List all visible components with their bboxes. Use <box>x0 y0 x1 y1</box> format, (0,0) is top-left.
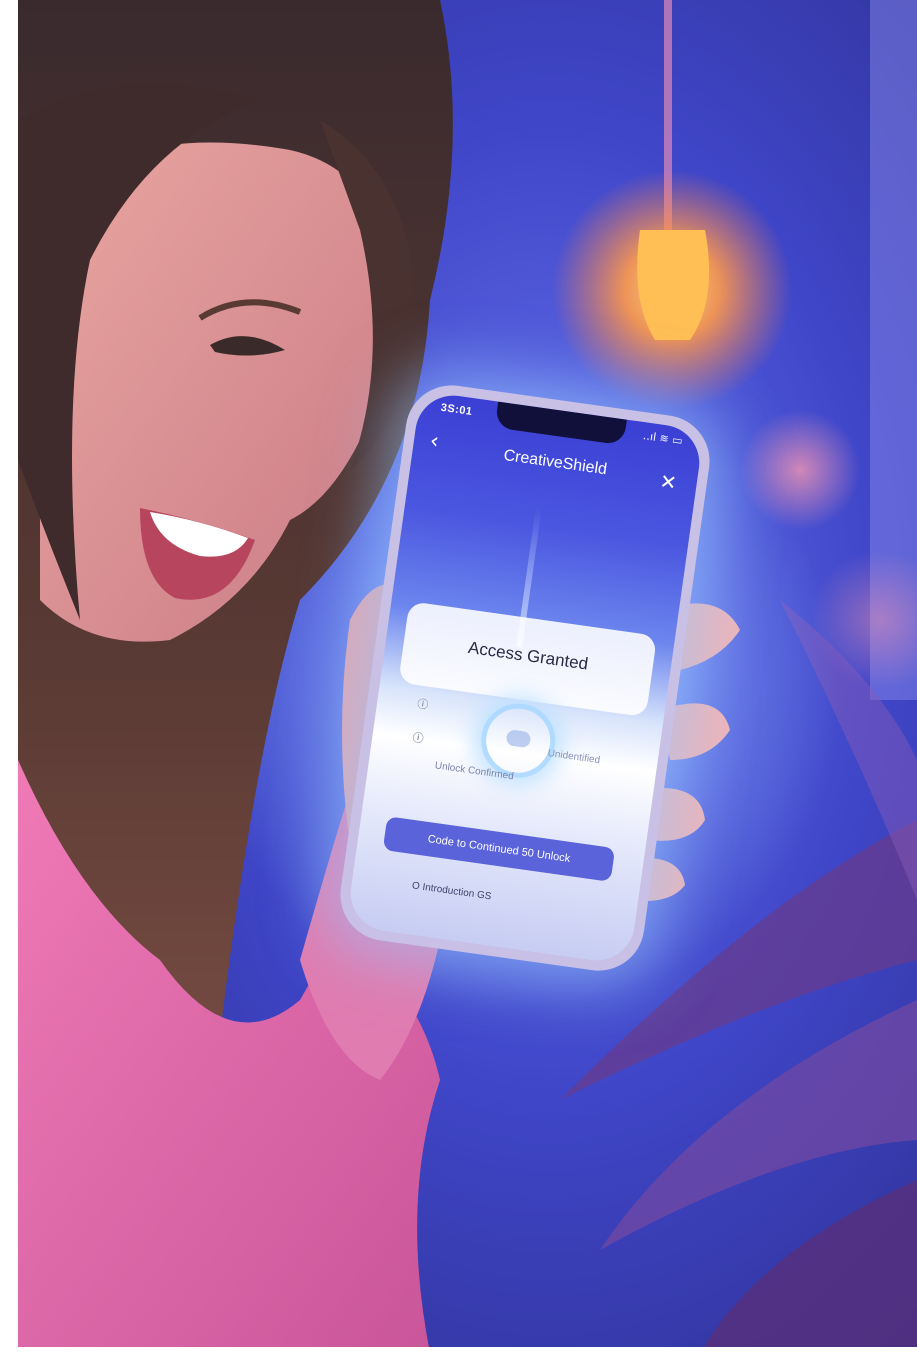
phone-notch <box>494 401 627 446</box>
photo-scene: 3S:01 ..ıl ≋ ▭ ‹ CreativeShield ✕ Access… <box>0 0 917 1353</box>
info-icon: ⓘ <box>411 731 425 746</box>
ring-center <box>505 729 532 749</box>
side-label: Unidentified <box>546 747 601 767</box>
close-icon[interactable]: ✕ <box>658 469 678 495</box>
status-time: 3S:01 <box>439 401 474 419</box>
footer-link[interactable]: O Introduction GS <box>411 880 492 902</box>
continue-button[interactable]: Code to Continued 50 Unlock <box>382 816 616 882</box>
access-card: Access Granted <box>398 601 658 718</box>
access-granted-text: Access Granted <box>466 637 590 674</box>
info-icon: ⓘ <box>416 697 430 712</box>
phone-screen: 3S:01 ..ıl ≋ ▭ ‹ CreativeShield ✕ Access… <box>345 390 705 966</box>
status-icons: ..ıl ≋ ▭ <box>642 429 684 448</box>
left-border <box>0 0 18 1353</box>
bottom-border <box>0 1347 917 1353</box>
